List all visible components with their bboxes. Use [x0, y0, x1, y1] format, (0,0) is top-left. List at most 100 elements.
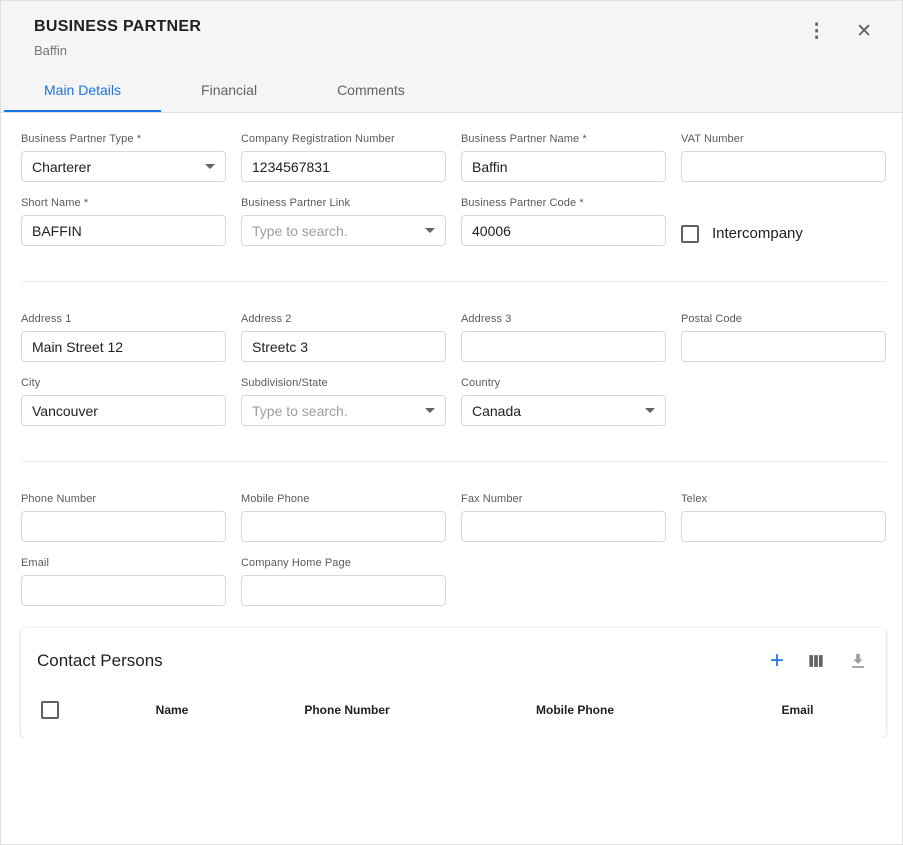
column-header-email: Email [725, 703, 870, 717]
more-options-button[interactable]: ⋮ [805, 20, 828, 43]
business-partner-name-label: Business Partner Name * [461, 133, 666, 145]
dialog-header: BUSINESS PARTNER Baffin ⋮ ✕ [1, 1, 902, 69]
city-input[interactable] [21, 395, 226, 426]
business-partner-link-label: Business Partner Link [241, 197, 446, 209]
postal-code-input[interactable] [681, 331, 886, 362]
empty-cell [681, 377, 886, 426]
export-button[interactable] [848, 651, 868, 671]
company-registration-number-label: Company Registration Number [241, 133, 446, 145]
address-2-input[interactable] [241, 331, 446, 362]
field-email: Email [21, 557, 226, 606]
vat-number-input[interactable] [681, 151, 886, 182]
plus-icon: + [770, 647, 784, 674]
email-input[interactable] [21, 575, 226, 606]
column-header-mobile-phone: Mobile Phone [425, 703, 725, 717]
tab-bar: Main Details Financial Comments [1, 69, 902, 113]
intercompany-checkbox[interactable] [681, 225, 699, 243]
empty-cell [461, 557, 666, 606]
address-1-input[interactable] [21, 331, 226, 362]
postal-code-label: Postal Code [681, 313, 886, 325]
country-select[interactable]: Canada [461, 395, 666, 426]
field-short-name: Short Name * [21, 197, 226, 246]
business-partner-type-label: Business Partner Type * [21, 133, 226, 145]
field-intercompany: Intercompany [681, 197, 886, 246]
country-value: Canada [472, 403, 521, 419]
phone-number-input[interactable] [21, 511, 226, 542]
field-fax-number: Fax Number [461, 493, 666, 542]
tab-financial[interactable]: Financial [161, 69, 297, 112]
field-address-1: Address 1 [21, 313, 226, 362]
field-postal-code: Postal Code [681, 313, 886, 362]
address-3-input[interactable] [461, 331, 666, 362]
address-section: Address 1 Address 2 Address 3 Postal Cod… [21, 313, 886, 426]
company-registration-number-input[interactable] [241, 151, 446, 182]
identity-section: Business Partner Type * Charterer Compan… [21, 133, 886, 246]
business-partner-code-label: Business Partner Code * [461, 197, 666, 209]
business-partner-type-select[interactable]: Charterer [21, 151, 226, 182]
field-phone-number: Phone Number [21, 493, 226, 542]
field-address-2: Address 2 [241, 313, 446, 362]
field-company-home-page: Company Home Page [241, 557, 446, 606]
field-vat-number: VAT Number [681, 133, 886, 182]
chevron-down-icon [205, 164, 215, 169]
address-3-label: Address 3 [461, 313, 666, 325]
field-business-partner-type: Business Partner Type * Charterer [21, 133, 226, 182]
column-settings-button[interactable] [806, 651, 826, 671]
short-name-label: Short Name * [21, 197, 226, 209]
business-partner-dialog: BUSINESS PARTNER Baffin ⋮ ✕ Main Details… [0, 0, 903, 845]
field-telex: Telex [681, 493, 886, 542]
subdivision-state-placeholder: Type to search. [252, 403, 348, 419]
field-business-partner-code: Business Partner Code * [461, 197, 666, 246]
company-home-page-input[interactable] [241, 575, 446, 606]
field-subdivision-state: Subdivision/State Type to search. [241, 377, 446, 426]
close-button[interactable]: ✕ [854, 20, 874, 43]
field-mobile-phone: Mobile Phone [241, 493, 446, 542]
contact-persons-card: Contact Persons + [21, 628, 886, 737]
subdivision-state-label: Subdivision/State [241, 377, 446, 389]
contact-persons-header: Contact Persons + [21, 628, 886, 689]
city-label: City [21, 377, 226, 389]
tab-comments[interactable]: Comments [297, 69, 445, 112]
select-all-checkbox[interactable] [41, 701, 59, 719]
intercompany-label: Intercompany [712, 225, 803, 242]
chevron-down-icon [425, 228, 435, 233]
header-text: BUSINESS PARTNER Baffin [34, 18, 201, 58]
short-name-input[interactable] [21, 215, 226, 246]
field-country: Country Canada [461, 377, 666, 426]
fax-number-input[interactable] [461, 511, 666, 542]
field-company-registration-number: Company Registration Number [241, 133, 446, 182]
tab-main-details[interactable]: Main Details [4, 69, 161, 112]
contact-persons-table-header: Name Phone Number Mobile Phone Email [21, 689, 886, 737]
business-partner-name-input[interactable] [461, 151, 666, 182]
header-actions: ⋮ ✕ [805, 18, 874, 43]
empty-cell [681, 557, 886, 606]
company-home-page-label: Company Home Page [241, 557, 446, 569]
business-partner-type-value: Charterer [32, 159, 91, 175]
contact-info-section: Phone Number Mobile Phone Fax Number Tel… [21, 493, 886, 606]
fax-number-label: Fax Number [461, 493, 666, 505]
field-business-partner-link: Business Partner Link Type to search. [241, 197, 446, 246]
business-partner-link-select[interactable]: Type to search. [241, 215, 446, 246]
telex-input[interactable] [681, 511, 886, 542]
business-partner-code-input[interactable] [461, 215, 666, 246]
contact-persons-title: Contact Persons [37, 651, 163, 671]
address-2-label: Address 2 [241, 313, 446, 325]
mobile-phone-input[interactable] [241, 511, 446, 542]
field-business-partner-name: Business Partner Name * [461, 133, 666, 182]
chevron-down-icon [645, 408, 655, 413]
field-address-3: Address 3 [461, 313, 666, 362]
vat-number-label: VAT Number [681, 133, 886, 145]
column-header-name: Name [75, 703, 269, 717]
bottom-spacer [21, 737, 886, 845]
add-contact-person-button[interactable]: + [770, 649, 784, 673]
columns-icon [806, 659, 826, 674]
close-icon: ✕ [856, 21, 872, 42]
business-partner-link-placeholder: Type to search. [252, 223, 348, 239]
section-divider [21, 461, 886, 462]
download-icon [848, 659, 868, 674]
section-divider [21, 281, 886, 282]
country-label: Country [461, 377, 666, 389]
subdivision-state-select[interactable]: Type to search. [241, 395, 446, 426]
main-details-panel: Business Partner Type * Charterer Compan… [1, 113, 902, 845]
page-title: BUSINESS PARTNER [34, 18, 201, 36]
